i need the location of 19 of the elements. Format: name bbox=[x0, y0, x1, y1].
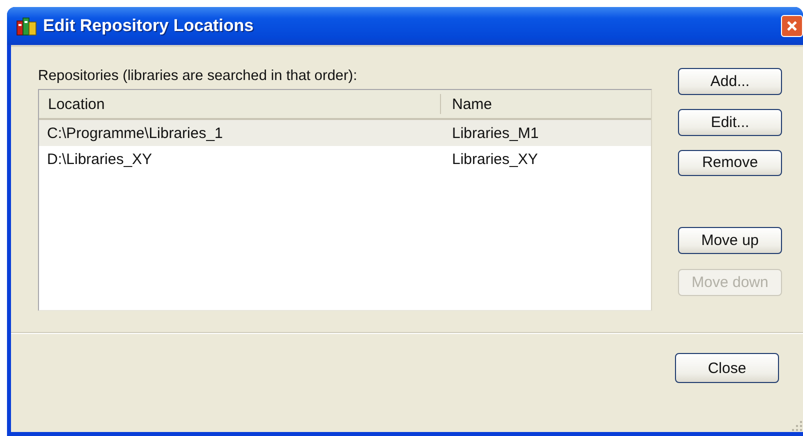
table-cell-text: Libraries_M1 bbox=[451, 124, 539, 142]
list-label: Repositories (libraries are searched in that order): bbox=[38, 68, 358, 84]
table-row[interactable]: D:\Libraries_XY Libraries_XY bbox=[39, 146, 651, 172]
dialog-button[interactable]: Remove bbox=[678, 150, 782, 176]
dialog-button[interactable]: Close bbox=[675, 353, 779, 383]
table-cell-text: Libraries_XY bbox=[451, 150, 538, 168]
table-cell-text: C:\Programme\Libraries_1 bbox=[46, 124, 224, 142]
table-row[interactable]: C:\Programme\Libraries_1 Libraries_M1 bbox=[39, 120, 651, 146]
dialog-button[interactable]: Move up bbox=[678, 227, 782, 254]
close-icon bbox=[786, 20, 798, 32]
table-cell-text: D:\Libraries_XY bbox=[46, 150, 154, 168]
resize-grip-icon[interactable] bbox=[791, 420, 803, 432]
column-header[interactable]: Location bbox=[39, 94, 441, 114]
dialog-button[interactable]: Edit... bbox=[678, 108, 782, 136]
window-title: Edit Repository Locations bbox=[43, 16, 254, 36]
dialog-button[interactable]: Add... bbox=[678, 68, 782, 95]
column-header[interactable]: Name bbox=[441, 90, 651, 118]
books-icon bbox=[16, 16, 38, 36]
close-button[interactable] bbox=[781, 15, 803, 37]
